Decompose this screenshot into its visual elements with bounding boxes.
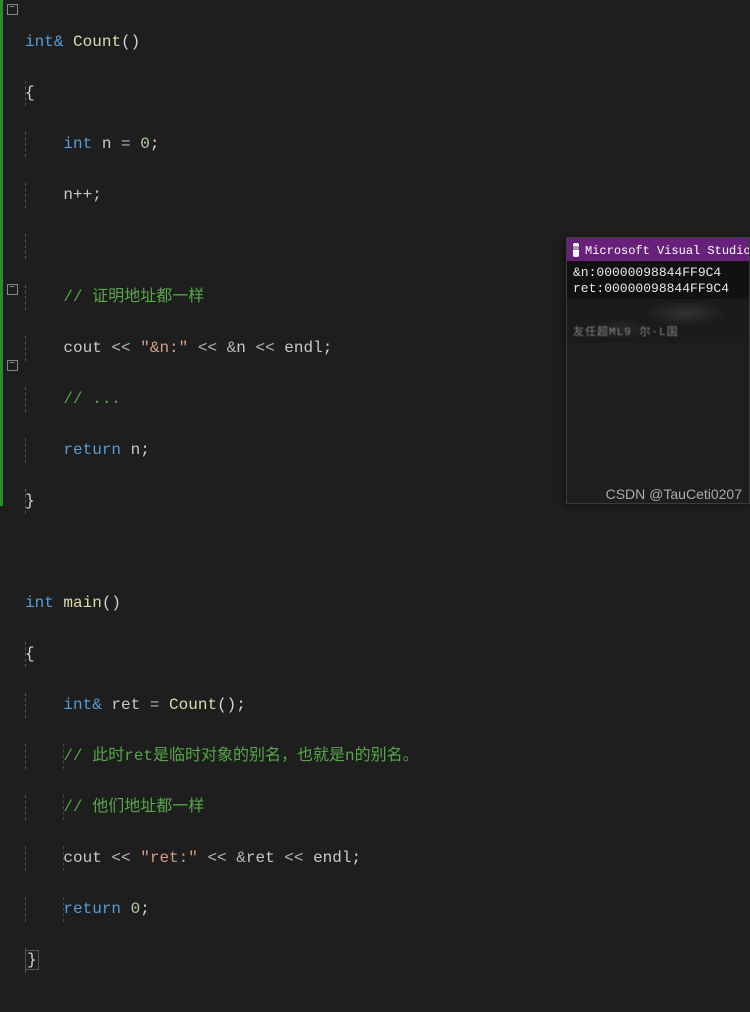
identifier-ret: ret xyxy=(102,696,150,714)
debug-titlebar[interactable]: ∞ Microsoft Visual Studio 调 xyxy=(567,238,749,261)
csdn-watermark: CSDN @TauCeti0207 xyxy=(606,486,742,502)
comment: // 证明地址都一样 xyxy=(63,288,204,306)
fold-toggle-main[interactable]: − xyxy=(7,284,18,295)
fold-toggle-inner[interactable]: − xyxy=(7,360,18,371)
op-shl: << xyxy=(255,339,284,357)
semicolon: ; xyxy=(140,441,150,459)
number-zero: 0 xyxy=(140,135,150,153)
semicolon: ; xyxy=(150,135,160,153)
op-eq: = xyxy=(121,135,140,153)
endl: endl xyxy=(284,339,322,357)
call-count: Count xyxy=(169,696,217,714)
function-name-count: Count xyxy=(73,33,121,51)
semicolon: ; xyxy=(140,900,150,918)
op-shl: << xyxy=(284,849,313,867)
keyword-int: int xyxy=(25,33,54,51)
ampersand: & xyxy=(92,696,102,714)
call-parens: (); xyxy=(217,696,246,714)
number-zero: 0 xyxy=(121,900,140,918)
parens: () xyxy=(121,33,140,51)
close-brace: } xyxy=(25,950,39,970)
comment: // 他们地址都一样 xyxy=(63,798,204,816)
comment: // ... xyxy=(63,390,121,408)
ampersand: & xyxy=(227,339,237,357)
identifier-n: n xyxy=(236,339,255,357)
identifier-ret: ret xyxy=(246,849,284,867)
semicolon: ; xyxy=(351,849,361,867)
identifier-n: n xyxy=(121,441,140,459)
fold-gutter: − − − xyxy=(3,0,21,506)
debug-empty-area xyxy=(567,343,749,503)
fold-toggle-count[interactable]: − xyxy=(7,4,18,15)
visual-studio-icon: ∞ xyxy=(573,243,579,257)
open-brace: { xyxy=(25,84,35,102)
endl: endl xyxy=(313,849,351,867)
ampersand: & xyxy=(54,33,64,51)
parens: () xyxy=(102,594,121,612)
debug-output-text: &n:00000098844FF9C4 ret:00000098844FF9C4 xyxy=(567,261,749,299)
keyword-int: int xyxy=(63,135,92,153)
op-eq: = xyxy=(150,696,169,714)
keyword-return: return xyxy=(63,441,121,459)
ampersand: & xyxy=(236,849,246,867)
debug-blurred-region: 友任超ML9 尔·L国 xyxy=(567,299,749,343)
debug-title-text: Microsoft Visual Studio 调 xyxy=(585,241,749,258)
op-shl: << xyxy=(188,339,226,357)
debug-output-window[interactable]: ∞ Microsoft Visual Studio 调 &n:000000988… xyxy=(566,237,750,504)
op-shl: << xyxy=(111,339,140,357)
string-literal: "ret:" xyxy=(140,849,198,867)
open-brace: { xyxy=(25,645,35,663)
op-shl: << xyxy=(198,849,236,867)
identifier-n: n xyxy=(92,135,121,153)
keyword-int: int xyxy=(63,696,92,714)
close-brace: } xyxy=(25,492,35,510)
string-literal: "&n:" xyxy=(140,339,188,357)
function-name-main: main xyxy=(54,594,102,612)
cout: cout xyxy=(63,339,111,357)
semicolon: ; xyxy=(323,339,333,357)
keyword-int: int xyxy=(25,594,54,612)
stmt-increment: n++; xyxy=(63,186,101,204)
comment: // 此时ret是临时对象的别名，也就是n的别名。 xyxy=(63,747,418,765)
op-shl: << xyxy=(111,849,140,867)
keyword-return: return xyxy=(63,900,121,918)
cout: cout xyxy=(63,849,111,867)
